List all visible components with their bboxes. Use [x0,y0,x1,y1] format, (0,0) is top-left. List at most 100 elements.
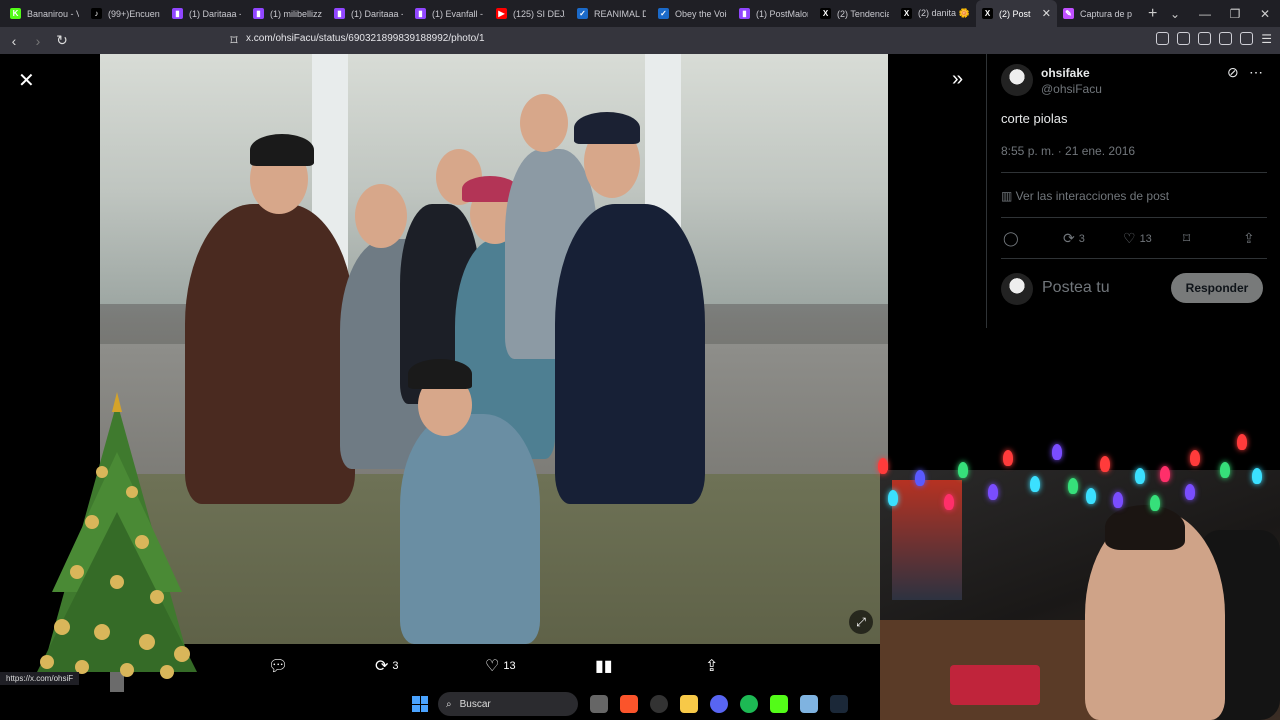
spotify-icon[interactable] [740,695,758,713]
christmas-light-bulb [1252,468,1262,484]
reply-submit-button[interactable]: Responder [1171,273,1263,303]
grok-icon[interactable]: ⊘ [1227,64,1239,81]
browser-tab[interactable]: ▮ (1) Evanfall - [409,0,490,27]
bookmark-icon[interactable]: ⌑ [224,32,244,49]
christmas-light-bulb [1135,468,1145,484]
like-count: 13 [503,660,516,672]
tab-favicon: ▮ [415,8,426,19]
photo-person [555,204,705,504]
reply-icon: 💬︎ [268,658,289,675]
share-button[interactable]: ⇪ [705,656,718,676]
taskbar-search[interactable]: ⌕ Buscar [438,692,578,716]
tab-close-icon[interactable]: ✕ [1042,7,1051,20]
browser-tab[interactable]: ▶ (125) SI DEJA [490,0,571,27]
repost-button[interactable]: ⟳ 3 [1063,230,1085,247]
start-icon[interactable] [412,696,428,712]
repost-button[interactable]: ⟳ 3 [375,656,399,676]
analytics-icon: ▮▮ [595,658,613,675]
view-interactions-link[interactable]: ▥ Ver las interacciones de post [1001,189,1169,203]
display-name[interactable]: ohsifake [1041,66,1090,80]
browser-tab[interactable]: ✎ Captura de p [1057,0,1138,27]
taskbar-search-label: Buscar [459,698,491,710]
repost-icon: ⟳ [375,658,389,675]
collapse-panel-icon[interactable]: » [952,68,963,91]
browser-tab[interactable]: X (2) danita 🌼 [895,0,976,27]
browser-tab[interactable]: ▮ (1) Daritaaa - [166,0,247,27]
christmas-light-bulb [1185,484,1195,500]
photo-cap [250,134,314,166]
sidebar-icon[interactable] [1198,32,1212,45]
browser-tab[interactable]: X (2) Post ✕ [976,0,1057,27]
view-interactions-label: Ver las interacciones de post [1015,189,1170,203]
shield-icon[interactable] [1240,32,1254,45]
wallet-icon[interactable] [1219,32,1233,45]
christmas-light-bulb [944,494,954,510]
avatar[interactable] [1001,64,1033,96]
discord-icon[interactable] [710,695,728,713]
analytics-icon: ▥ [1001,189,1016,203]
obs-icon[interactable] [650,695,668,713]
christmas-tree-overlay [37,392,197,692]
tab-favicon: ▮ [172,8,183,19]
user-handle[interactable]: @ohsiFacu [1041,82,1102,96]
divider [1001,172,1267,173]
folder-icon[interactable] [680,695,698,713]
post-timestamp[interactable]: 8:55 p. m. · 21 ene. 2016 [1001,144,1135,158]
tab-label: (2) Post [999,8,1031,19]
reload-icon[interactable]: ↻ [52,32,72,49]
browser-tab[interactable]: ▮ (1) milibellizz [247,0,328,27]
browser-tab[interactable]: ✓ Obey the Voic [652,0,733,27]
browser-tab[interactable]: K Bananirou - V [4,0,85,27]
share-button[interactable]: ⇪ [1243,230,1255,247]
close-icon[interactable]: ✕ [18,68,35,93]
bookmark-icon: ⌑ [1183,230,1191,246]
post-detail-panel: ohsifake @ohsiFacu ⊘ ⋯ corte piolas 8:55… [986,54,1280,328]
browser-tab[interactable]: X (2) Tendencia [814,0,895,27]
back-icon[interactable]: ‹ [4,33,24,49]
repost-count: 3 [392,660,399,672]
maximize-icon[interactable]: ❐ [1220,7,1250,21]
tab-favicon: ▶ [496,8,507,19]
browser-tab[interactable]: ▮ (1) PostMalon [733,0,814,27]
task-view-icon[interactable] [590,695,608,713]
kick-icon[interactable] [770,695,788,713]
tab-label: (125) SI DEJA [513,8,565,19]
tab-label: (99+)Encuentr [108,8,160,19]
music-icon[interactable] [1177,32,1191,45]
christmas-light-bulb [1086,488,1096,504]
like-button[interactable]: ♡ 13 [485,656,516,676]
post-actions: ◯ ⟳ 3 ♡ 13 ⌑ ⇪ [1001,230,1267,246]
url-field[interactable]: x.com/ohsiFacu/status/690321899839188992… [246,33,485,44]
menu-icon[interactable]: ☰ [1261,32,1272,46]
reply-button[interactable]: 💬︎ [268,656,292,676]
photo-person [400,414,540,644]
browser-tab[interactable]: ♪ (99+)Encuentr [85,0,166,27]
reply-input[interactable]: Postea tu [1042,279,1110,297]
extension-icon[interactable] [1156,32,1170,45]
tab-label: Captura de p [1080,8,1132,19]
reply-button[interactable]: ◯ [1003,230,1019,247]
notepad-icon[interactable] [800,695,818,713]
browser-tab-bar: K Bananirou - V ♪ (99+)Encuentr ▮ (1) Daritaa… [0,0,1280,27]
tab-search-icon[interactable]: ⌄ [1160,7,1190,21]
steam-icon[interactable] [830,695,848,713]
more-options-icon[interactable]: ⋯ [1249,64,1263,81]
christmas-light-bulb [1068,478,1078,494]
share-icon: ⇪ [705,658,719,675]
browser-tab[interactable]: ▮ (1) Daritaaa - [328,0,409,27]
post-photo[interactable] [100,54,888,644]
christmas-light-bulb [1003,450,1013,466]
image-expand-icon[interactable]: ⤢ [849,610,873,634]
browser-tab[interactable]: ✓ REANIMAL De [571,0,652,27]
like-button[interactable]: ♡ 13 [1123,230,1152,247]
forward-icon[interactable]: › [28,33,48,49]
like-count: 13 [1139,232,1152,245]
minimize-icon[interactable]: — [1190,7,1220,21]
close-window-icon[interactable]: ✕ [1250,7,1280,21]
brave-icon[interactable] [620,695,638,713]
analytics-button[interactable]: ▮▮ [595,656,613,676]
christmas-light-bulb [878,458,888,474]
photo-action-bar: 💬︎ ⟳ 3 ♡ 13 ▮▮ ⇪ [200,646,880,686]
photo-head [520,94,568,152]
bookmark-button[interactable]: ⌑ [1183,230,1190,247]
